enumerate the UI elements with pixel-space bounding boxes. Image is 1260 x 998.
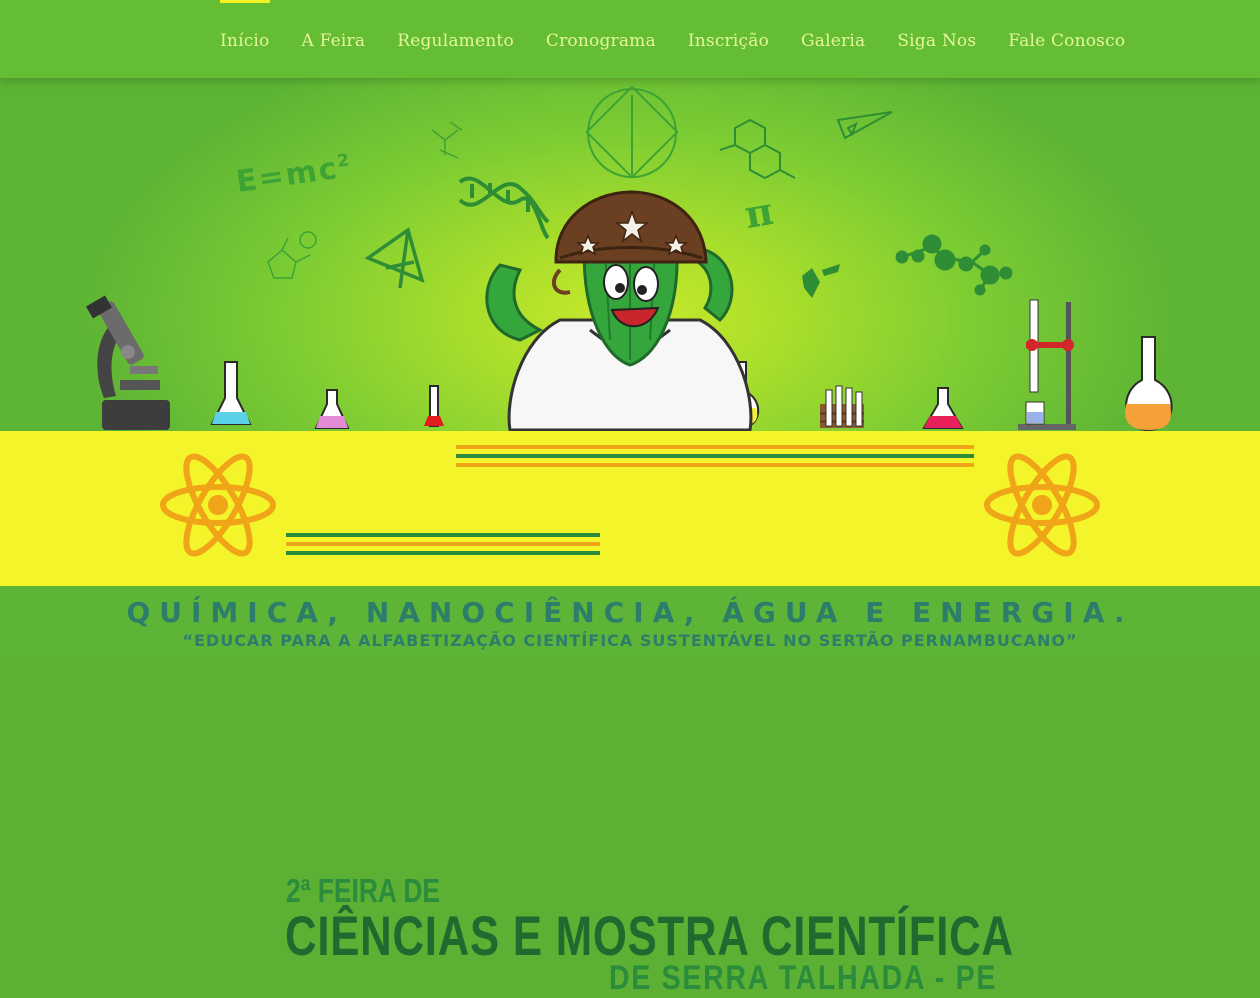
nav-item-fale-conosco[interactable]: Fale Conosco [992, 0, 1141, 78]
banner-decorations [160, 445, 1100, 557]
science-doodles [85, 85, 1173, 431]
microscope-icon [85, 295, 170, 430]
molecule-sketch-icon [267, 121, 463, 279]
test-tube-red-icon [424, 385, 444, 427]
nav-menu: Início A Feira Regulamento Cronograma In… [204, 0, 1141, 78]
stripe-lines-bottom [286, 533, 600, 555]
topics-heading: QUÍMICA, NANOCIÊNCIA, ÁGUA E ENERGIA. [126, 596, 1134, 629]
nav-item-siga-nos[interactable]: Siga Nos [881, 0, 992, 78]
flask-blue-icon [210, 361, 252, 425]
vitruvian-icon [585, 85, 679, 179]
cactus-mascot-illustration [485, 190, 753, 431]
test-tube-rack-icon [820, 385, 864, 428]
nav-item-inscricao[interactable]: Inscrição [672, 0, 785, 78]
nav-item-inicio[interactable]: Início [204, 0, 286, 78]
stripe-lines-top [456, 445, 974, 467]
burette-stand-icon [1018, 299, 1076, 430]
pyramid-icon [364, 227, 425, 289]
nav-item-galeria[interactable]: Galeria [785, 0, 881, 78]
nav-item-regulamento[interactable]: Regulamento [381, 0, 530, 78]
molecule-balls-icon [895, 234, 1013, 296]
chemical-structure-icon [719, 118, 796, 180]
top-navigation: Início A Feira Regulamento Cronograma In… [0, 0, 1260, 78]
atom-right-icon [984, 453, 1100, 557]
motto-text: “EDUCAR PARA A ALFABETIZAÇÃO CIENTÍFICA … [182, 631, 1078, 650]
dna-icon [458, 176, 550, 240]
triangle-ruler-icon [836, 111, 893, 140]
atom-left-icon [160, 453, 276, 557]
nav-item-a-feira[interactable]: A Feira [286, 0, 382, 78]
hero-illustration: E=mc2 π [0, 78, 1260, 431]
flask-orange-icon [1125, 336, 1173, 431]
nav-item-cronograma[interactable]: Cronograma [530, 0, 672, 78]
flask-pink-icon [314, 389, 350, 429]
event-location: DE SERRA TALHADA - PE [609, 959, 998, 997]
event-title-banner: 2ª FEIRA DE CIÊNCIAS E MOSTRA CIENTÍFICA… [0, 431, 1260, 997]
flask-red-icon [922, 387, 964, 429]
crystal-icon [802, 264, 840, 298]
